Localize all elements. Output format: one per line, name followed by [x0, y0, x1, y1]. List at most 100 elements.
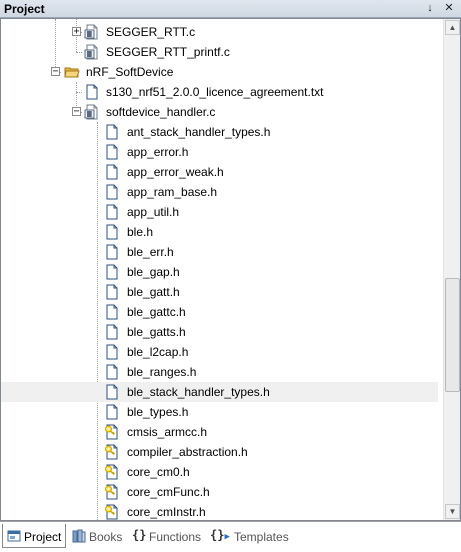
tree-item[interactable]: ble_ranges.h — [1, 362, 438, 382]
vertical-scrollbar[interactable]: ▲ ▼ — [443, 19, 460, 520]
folder-open-icon — [64, 64, 80, 80]
tree-item[interactable]: app_ram_base.h — [1, 182, 438, 202]
tree-item-label: app_ram_base.h — [127, 185, 218, 199]
panel-titlebar: Project ↓ ✕ — [0, 0, 461, 18]
tree-item-label: ble_gattc.h — [127, 305, 186, 319]
tree-item[interactable]: cmsis_armcc.h — [1, 422, 438, 442]
tree-item[interactable]: app_error.h — [1, 142, 438, 162]
tab-books[interactable]: Books — [68, 524, 126, 548]
header-file-icon — [104, 404, 120, 420]
header-file-icon — [104, 344, 120, 360]
tree-item[interactable]: ble_types.h — [1, 402, 438, 422]
tree-item-label: compiler_abstraction.h — [127, 445, 248, 459]
expand-icon[interactable]: + — [72, 27, 81, 37]
header-file-icon — [104, 264, 120, 280]
tree-item[interactable]: core_cmInstr.h — [1, 502, 438, 520]
tree-item-label: ble_l2cap.h — [127, 345, 189, 359]
tree-item[interactable]: + SEGGER_RTT.c — [1, 22, 438, 42]
tree-item[interactable]: ble_gatts.h — [1, 322, 438, 342]
c-file-icon — [84, 104, 100, 120]
tree-item-label: core_cmFunc.h — [127, 485, 210, 499]
tree-item[interactable]: compiler_abstraction.h — [1, 442, 438, 462]
scroll-down-button[interactable]: ▼ — [445, 504, 460, 519]
header-file-icon — [104, 364, 120, 380]
header-file-icon — [104, 224, 120, 240]
header-file-icon — [104, 164, 120, 180]
header-key-icon — [104, 464, 120, 480]
tree-item[interactable]: ble.h — [1, 222, 438, 242]
project-panel: + SEGGER_RTT.c SEGGER_RTT_printf.c − nRF_Sof… — [0, 18, 461, 521]
tree-item-label: core_cm0.h — [127, 465, 190, 479]
c-file-icon — [84, 24, 100, 40]
tree-item-label: ble_err.h — [127, 245, 174, 259]
collapse-icon[interactable]: − — [72, 107, 81, 117]
tab-project[interactable]: Project — [2, 524, 66, 548]
templates-icon: {}▶ — [210, 528, 230, 542]
tree-item-label: cmsis_armcc.h — [127, 425, 208, 439]
header-file-icon — [104, 144, 120, 160]
header-file-icon — [104, 244, 120, 260]
header-key-icon — [104, 444, 120, 460]
tree-item[interactable]: ble_stack_handler_types.h — [1, 382, 438, 402]
tree-item[interactable]: − nRF_SoftDevice — [1, 62, 438, 82]
tree-item[interactable]: app_error_weak.h — [1, 162, 438, 182]
collapse-icon[interactable]: − — [51, 67, 60, 77]
tree-item-label: ble_gap.h — [127, 265, 180, 279]
tree-item-label: s130_nrf51_2.0.0_licence_agreement.txt — [106, 85, 324, 99]
close-icon[interactable]: ✕ — [442, 1, 456, 15]
tree-item[interactable]: core_cmFunc.h — [1, 482, 438, 502]
tree-item-label: ble_stack_handler_types.h — [127, 385, 270, 399]
tree-item-label: ble_ranges.h — [127, 365, 197, 379]
tree-item-label: core_cmInstr.h — [127, 505, 206, 519]
tree-item[interactable]: SEGGER_RTT_printf.c — [1, 42, 438, 62]
tree-item[interactable]: ble_gattc.h — [1, 302, 438, 322]
header-file-icon — [104, 204, 120, 220]
tree-item-label: softdevice_handler.c — [106, 105, 216, 119]
tree-item[interactable]: ant_stack_handler_types.h — [1, 122, 438, 142]
tree-item-label: app_error_weak.h — [127, 165, 224, 179]
tree-item[interactable]: ble_err.h — [1, 242, 438, 262]
scroll-up-button[interactable]: ▲ — [445, 20, 460, 35]
header-file-icon — [104, 284, 120, 300]
tree-item-label: SEGGER_RTT_printf.c — [106, 45, 230, 59]
scroll-thumb[interactable] — [445, 278, 460, 392]
tab-label: Templates — [234, 530, 289, 544]
c-file-icon — [84, 44, 100, 60]
tree-item[interactable]: ble_gap.h — [1, 262, 438, 282]
project-icon — [7, 530, 21, 542]
header-file-icon — [104, 384, 120, 400]
panel-title: Project — [4, 2, 45, 16]
tree-item[interactable]: − softdevice_handler.c — [1, 102, 438, 122]
tree-item[interactable]: s130_nrf51_2.0.0_licence_agreement.txt — [1, 82, 438, 102]
tree-item-label: ant_stack_handler_types.h — [127, 125, 271, 139]
header-key-icon — [104, 484, 120, 500]
pin-icon[interactable]: ↓ — [423, 1, 437, 15]
tree-item[interactable]: app_util.h — [1, 202, 438, 222]
header-file-icon — [104, 304, 120, 320]
panel-tab-bar: Project Books {} Functions {}▶ Templates — [0, 521, 461, 552]
tree-item[interactable]: core_cm0.h — [1, 462, 438, 482]
header-file-icon — [104, 124, 120, 140]
tree-item-label: ble_types.h — [127, 405, 189, 419]
header-key-icon — [104, 504, 120, 520]
header-file-icon — [104, 184, 120, 200]
books-icon — [72, 529, 86, 543]
text-file-icon — [84, 84, 100, 100]
tree-item[interactable]: ble_gatt.h — [1, 282, 438, 302]
braces-icon: {} — [132, 528, 147, 542]
tab-label: Project — [24, 530, 62, 544]
tree-item[interactable]: ble_l2cap.h — [1, 342, 438, 362]
tree-item-label: ble_gatt.h — [127, 285, 180, 299]
tree-item-label: nRF_SoftDevice — [86, 65, 174, 79]
header-key-icon — [104, 424, 120, 440]
tree-item-label: ble_gatts.h — [127, 325, 186, 339]
tab-functions[interactable]: {} Functions — [128, 524, 204, 548]
project-tree: + SEGGER_RTT.c SEGGER_RTT_printf.c − nRF_Sof… — [1, 19, 438, 520]
tree-item-label: app_error.h — [127, 145, 189, 159]
tab-templates[interactable]: {}▶ Templates — [206, 524, 290, 548]
header-file-icon — [104, 324, 120, 340]
tab-label: Books — [89, 530, 123, 544]
tree-item-label: ble.h — [127, 225, 154, 239]
tree-item-label: app_util.h — [127, 205, 180, 219]
tree-item-label: SEGGER_RTT.c — [106, 25, 196, 39]
